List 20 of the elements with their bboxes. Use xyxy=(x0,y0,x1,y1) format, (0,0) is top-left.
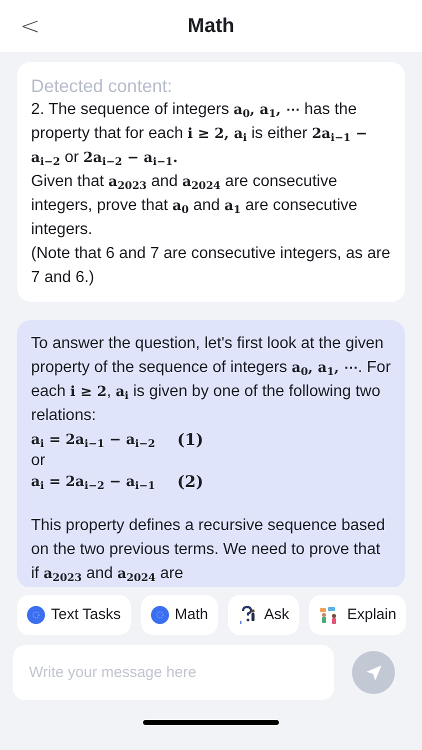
page-title: Math xyxy=(188,14,234,39)
question-text: 2. The sequence of integers a$_{0}$, a$_{1}$, ⋯ has the property that for each i ≥ 2, a$_{i}$ is either 2a$_{i−1}$ − a$_{i−2}$ or 2a$_{i−2}$ − a$_{i−1}$. xyxy=(31,100,368,170)
back-button[interactable]: < xyxy=(20,8,40,44)
send-icon xyxy=(364,662,384,682)
detected-content-label: Detected content: xyxy=(31,75,174,98)
equation: a$_{i}$ = 2a$_{i−1}$ − a$_{i−2}$ (1) xyxy=(31,429,204,452)
send-button[interactable] xyxy=(352,651,395,694)
equation: a$_{i}$ = 2a$_{i−2}$ − a$_{i−1}$ (2) xyxy=(31,471,204,494)
question-text: (Note that 6 and 7 are consecutive integers, as are 7 and 6.) xyxy=(31,244,391,288)
quick-action-chip[interactable]: Explain xyxy=(309,595,406,635)
answer-text: To answer the question, let's first look at the given property of the sequence of integers a$_{0}$, a$_{1}$, ⋯. For each i ≥ 2, a$_{i}$ is given by one of the following two relations: xyxy=(31,334,391,426)
dotted-circle-icon xyxy=(150,606,169,624)
quick-action-chip[interactable]: Text Tasks xyxy=(17,595,131,635)
answer-text: This property defines a recursive sequence based on the two previous terms. We need to prove that if a$_{2023}$ and a$_{2024}$ are xyxy=(31,516,386,586)
dotted-circle-icon xyxy=(27,606,45,624)
question-text: Given that a$_{2023}$ and a$_{2024}$ are consecutive integers, prove that a$_{0}$ and a$_{1}$ are consecutive integers. xyxy=(31,172,358,240)
answer-text: or xyxy=(31,452,46,470)
quick-action-chip[interactable]: Math xyxy=(140,595,218,635)
quick-action-chip[interactable]: Ask xyxy=(228,595,300,635)
message-input[interactable]: Write your message here xyxy=(13,645,334,700)
